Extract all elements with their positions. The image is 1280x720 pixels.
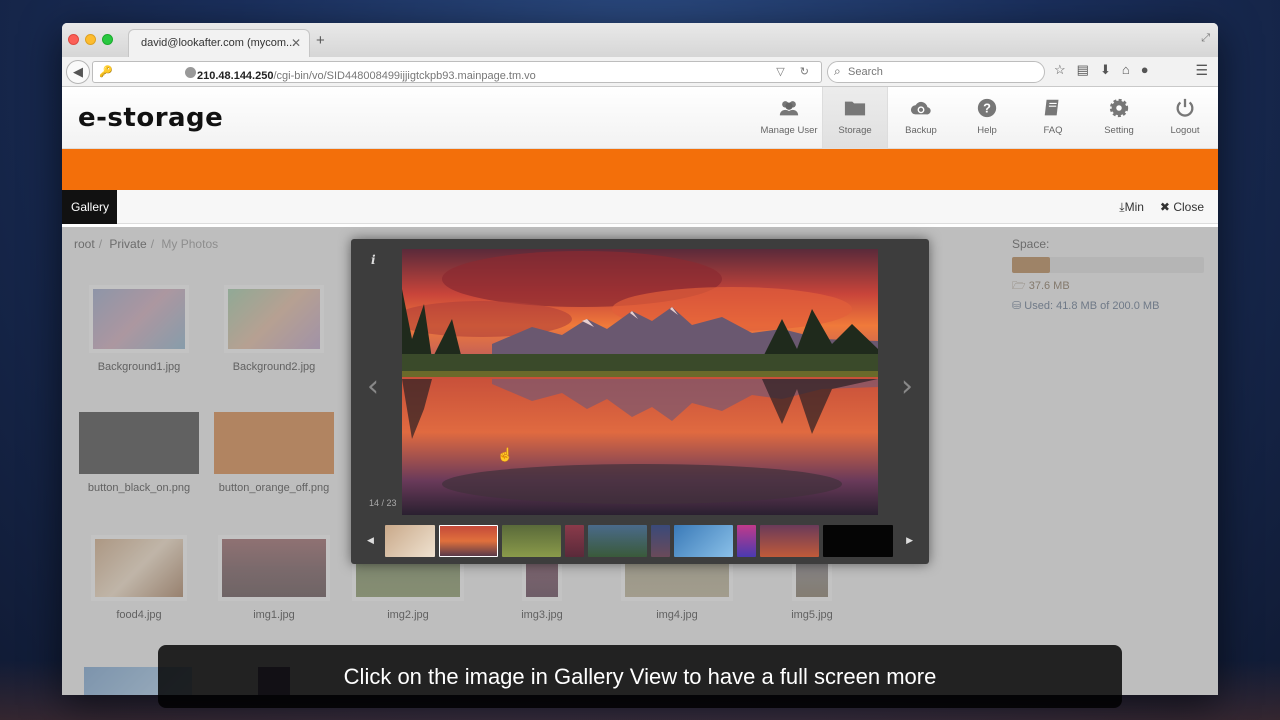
nav-label: Setting bbox=[1104, 125, 1134, 136]
thumbnail[interactable] bbox=[385, 525, 435, 557]
gear-icon bbox=[1109, 98, 1129, 118]
url-bar[interactable]: 🔑 210.48.144.250/cgi-bin/vo/SID448008499… bbox=[92, 61, 822, 83]
key-icon: 🔑 bbox=[99, 66, 113, 78]
top-navigation: Manage User Storage Backup ? Help FAQ Se… bbox=[756, 87, 1218, 149]
url-host: 210.48.144.250 bbox=[197, 70, 274, 82]
orange-banner bbox=[62, 149, 1218, 190]
fullscreen-icon[interactable]: ⤢ bbox=[1201, 32, 1210, 45]
gallery-title: Gallery bbox=[62, 190, 117, 224]
hamburger-menu-icon[interactable]: ☰ bbox=[1195, 62, 1208, 79]
thumbnail-strip bbox=[385, 525, 893, 557]
min-label: Min bbox=[1124, 200, 1144, 214]
minimize-window-icon[interactable] bbox=[85, 34, 96, 45]
svg-text:?: ? bbox=[983, 101, 991, 116]
close-button[interactable]: ✖ Close bbox=[1160, 200, 1204, 215]
nav-manage-user[interactable]: Manage User bbox=[756, 87, 822, 149]
minimize-button[interactable]: ⤓Min bbox=[1119, 200, 1144, 215]
globe-icon bbox=[185, 67, 196, 78]
nav-label: Manage User bbox=[760, 125, 818, 136]
thumbstrip-next-arrow[interactable]: ▶ bbox=[906, 535, 913, 546]
mouse-cursor-icon: ☝ bbox=[497, 447, 514, 462]
thumbnail[interactable] bbox=[760, 525, 819, 557]
app-logo: e-storage bbox=[78, 103, 224, 133]
nav-label: FAQ bbox=[1043, 125, 1063, 136]
nav-storage[interactable]: Storage bbox=[822, 87, 888, 149]
home-icon[interactable]: ⌂ bbox=[1122, 62, 1130, 78]
cloud-sync-icon bbox=[910, 101, 931, 115]
navigation-bar: ◀ 🔑 210.48.144.250/cgi-bin/vo/SID4480084… bbox=[62, 57, 1218, 87]
search-input[interactable]: ⌕ Search bbox=[827, 61, 1045, 83]
browser-toolbar-icons: ☆ ▤ ⬇ ⌂ ● bbox=[1054, 62, 1149, 78]
nav-setting[interactable]: Setting bbox=[1086, 87, 1152, 149]
tutorial-caption: Click on the image in Gallery View to ha… bbox=[158, 645, 1122, 708]
close-label: Close bbox=[1173, 200, 1204, 214]
nav-label: Logout bbox=[1170, 125, 1200, 136]
gallery-lightbox: i ‹ › 14 / 23 ☝ ◀ ▶ bbox=[351, 239, 929, 564]
browser-tab[interactable]: david@lookafter.com (mycom... ✕ bbox=[128, 29, 310, 57]
power-icon bbox=[1176, 98, 1194, 117]
new-tab-icon[interactable]: + bbox=[316, 32, 325, 49]
gallery-controls: ⤓Min ✖ Close bbox=[1119, 200, 1204, 215]
tab-close-icon[interactable]: ✕ bbox=[291, 36, 301, 50]
download-icon[interactable]: ⬇ bbox=[1100, 62, 1111, 78]
url-text: 210.48.144.250/cgi-bin/vo/SID448008499ij… bbox=[197, 66, 536, 86]
nav-backup[interactable]: Backup bbox=[888, 87, 954, 149]
tab-title: david@lookafter.com (mycom... bbox=[141, 37, 296, 49]
close-icon: ✖ bbox=[1159, 200, 1174, 214]
back-button[interactable]: ◀ bbox=[66, 60, 90, 84]
bookmarks-list-icon[interactable]: ▤ bbox=[1077, 62, 1089, 78]
folder-icon bbox=[844, 101, 866, 116]
url-path: /cgi-bin/vo/SID448008499ijjigtckpb93.mai… bbox=[273, 70, 536, 82]
zoom-window-icon[interactable] bbox=[102, 34, 113, 45]
close-window-icon[interactable] bbox=[68, 34, 79, 45]
thumbnail[interactable] bbox=[588, 525, 647, 557]
nav-help[interactable]: ? Help bbox=[954, 87, 1020, 149]
thumbnail[interactable] bbox=[565, 525, 584, 557]
nav-label: Backup bbox=[905, 125, 937, 136]
previous-image-arrow[interactable]: ‹ bbox=[367, 369, 379, 404]
nav-faq[interactable]: FAQ bbox=[1020, 87, 1086, 149]
app-header: e-storage Manage User Storage Backup ? H… bbox=[62, 87, 1218, 149]
gallery-bar: Gallery ⤓Min ✖ Close bbox=[62, 190, 1218, 224]
next-image-arrow[interactable]: › bbox=[901, 369, 913, 404]
tab-bar: david@lookafter.com (mycom... ✕ + ⤢ bbox=[62, 23, 1218, 57]
search-icon: ⌕ bbox=[834, 64, 841, 78]
help-icon: ? bbox=[977, 98, 997, 118]
nav-label: Storage bbox=[838, 125, 872, 136]
search-placeholder: Search bbox=[848, 66, 883, 78]
window-controls bbox=[68, 34, 113, 45]
info-icon[interactable]: i bbox=[371, 253, 376, 267]
chat-icon[interactable]: ● bbox=[1141, 62, 1149, 78]
thumbnail[interactable] bbox=[674, 525, 733, 557]
nav-logout[interactable]: Logout bbox=[1152, 87, 1218, 149]
landscape-photo bbox=[402, 249, 878, 515]
browser-window: david@lookafter.com (mycom... ✕ + ⤢ ◀ 🔑 … bbox=[62, 23, 1218, 695]
nav-label: Help bbox=[977, 125, 997, 136]
reload-icon[interactable]: ▽ ↻ bbox=[776, 62, 815, 82]
thumbnail[interactable] bbox=[651, 525, 670, 557]
thumbnail[interactable] bbox=[502, 525, 561, 557]
thumbnail[interactable] bbox=[737, 525, 756, 557]
thumbstrip-prev-arrow[interactable]: ◀ bbox=[367, 535, 374, 546]
gallery-main-image[interactable] bbox=[402, 249, 878, 515]
users-icon bbox=[779, 101, 799, 116]
image-counter: 14 / 23 bbox=[369, 498, 397, 508]
thumbnail[interactable] bbox=[823, 525, 893, 557]
thumbnail-active[interactable] bbox=[439, 525, 498, 557]
bookmark-star-icon[interactable]: ☆ bbox=[1054, 62, 1066, 78]
book-icon bbox=[1044, 99, 1059, 116]
